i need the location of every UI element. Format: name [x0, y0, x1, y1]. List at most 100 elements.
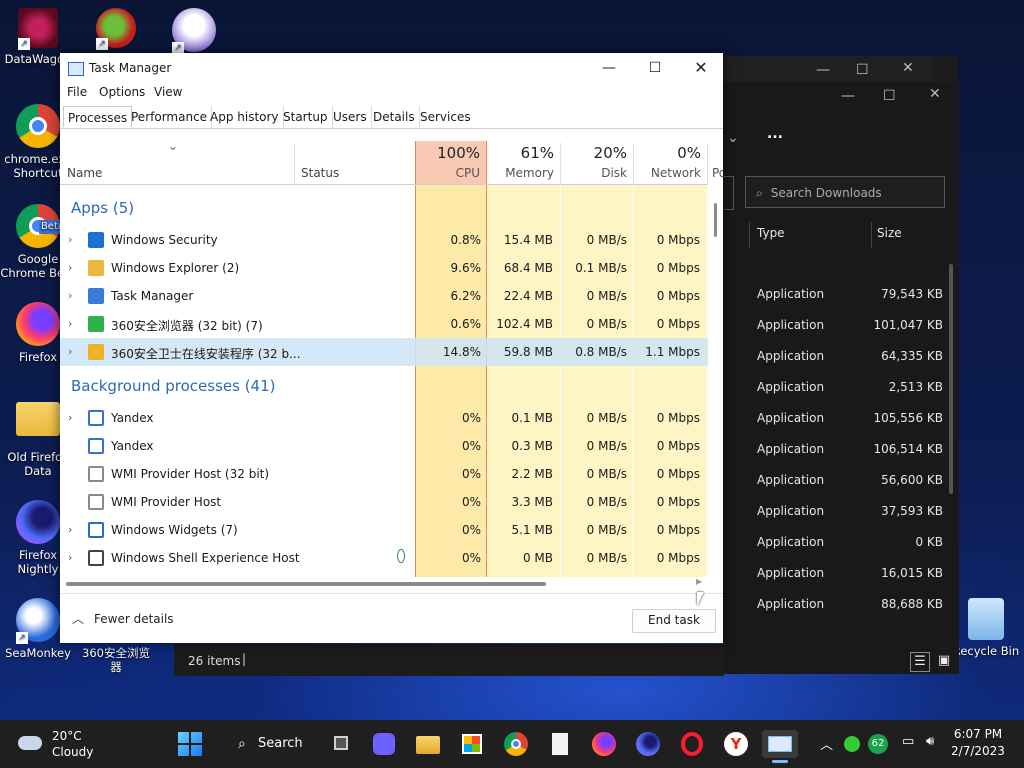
tab-processes[interactable]: Processes [63, 106, 133, 128]
firefox-nightly-icon[interactable] [634, 730, 662, 758]
maximize-icon[interactable]: ☐ [883, 88, 896, 104]
column-memory[interactable]: 61% Memory [487, 141, 560, 185]
column-type[interactable]: Type [757, 226, 785, 240]
process-row[interactable]: › 360安全浏览器 (32 bit) (7) 0.6% 102.4 MB 0 MB/s… [60, 310, 708, 338]
tab-performance[interactable]: Performance [127, 106, 213, 128]
chevron-up-icon[interactable]: ︿ [72, 610, 84, 627]
desktop-icon-app3[interactable]: ↗ [156, 8, 232, 56]
desktop-icon-app2[interactable]: ↗ [78, 8, 154, 52]
maximize-icon[interactable]: ☐ [856, 62, 869, 78]
chevron-right-icon[interactable]: › [68, 317, 76, 330]
file-row[interactable]: Application 37,593 KB [723, 496, 959, 527]
process-row-partial[interactable] [60, 572, 708, 577]
desktop-icon-recycle-bin[interactable]: Recycle Bin [948, 598, 1024, 658]
store-icon[interactable] [458, 730, 486, 758]
app-tray-icon[interactable] [844, 736, 860, 752]
taskbar-search[interactable]: ⌕ Search [226, 728, 314, 760]
end-task-button[interactable]: End task [632, 609, 716, 633]
process-row[interactable]: › 360安全卫士在线安装程序 (32 b... 14.8% 59.8 MB 0.8 M… [60, 338, 708, 366]
start-button[interactable] [176, 730, 204, 758]
process-row[interactable]: › Windows Widgets (7) 0% 5.1 MB 0 MB/s 0 Mbps [60, 516, 708, 544]
document-icon[interactable] [546, 730, 574, 758]
tab-app-history[interactable]: App history [206, 106, 284, 128]
close-icon[interactable]: ✕ [902, 60, 914, 76]
tab-users[interactable]: Users [329, 106, 372, 128]
close-icon[interactable]: ✕ [929, 86, 941, 102]
fewer-details-button[interactable]: Fewer details [94, 612, 174, 626]
minimize-icon[interactable]: — [841, 88, 855, 104]
chrome-icon[interactable] [502, 730, 530, 758]
file-row[interactable]: Application 101,047 KB [723, 310, 959, 341]
column-power-label[interactable]: Po [712, 166, 723, 180]
task-manager-taskbar-icon[interactable] [762, 730, 798, 763]
minimize-icon[interactable]: — [816, 62, 830, 78]
file-row[interactable]: Application 88,688 KB [723, 589, 959, 620]
file-row[interactable]: Application 106,514 KB [723, 434, 959, 465]
column-size[interactable]: Size [877, 226, 902, 240]
process-row[interactable]: WMI Provider Host 0% 3.3 MB 0 MB/s 0 Mbps [60, 488, 708, 516]
menu-view[interactable]: View [154, 85, 182, 99]
search-input[interactable]: ⌕ Search Downloads [745, 176, 945, 208]
process-row[interactable]: › Windows Security 0.8% 15.4 MB 0 MB/s 0 Mbps [60, 226, 708, 254]
group-header-apps[interactable]: Apps (5) [71, 199, 134, 217]
tab-details[interactable]: Details [369, 106, 420, 128]
column-name[interactable]: Name [67, 141, 297, 185]
chevron-right-icon[interactable]: › [68, 345, 76, 358]
battery-badge[interactable]: 62 [868, 734, 888, 754]
group-header-background[interactable]: Background processes (41) [71, 377, 276, 395]
file-row[interactable]: Application 2,513 KB [723, 372, 959, 403]
view-toggle[interactable]: ☰ ▣ [910, 652, 954, 672]
minimize-button[interactable]: — [586, 53, 632, 83]
chevron-right-icon[interactable]: › [68, 523, 76, 536]
process-row[interactable]: › Windows Shell Experience Host 0% 0 MB 0 MB… [60, 544, 708, 572]
column-status[interactable]: Status [300, 141, 410, 185]
maximize-button[interactable]: ☐ [632, 53, 678, 83]
menu-file[interactable]: File [67, 85, 87, 99]
file-row[interactable]: Application 16,015 KB [723, 558, 959, 589]
chevron-right-icon[interactable]: › [68, 411, 76, 424]
menu-options[interactable]: Options [99, 85, 145, 99]
horizontal-scrollbar[interactable] [66, 582, 546, 586]
tab-services[interactable]: Services [416, 106, 475, 128]
display-icon[interactable]: ▭ [902, 734, 914, 749]
process-grid[interactable]: Apps (5) › Windows Security 0.8% 15.4 MB 0 MB… [60, 185, 708, 577]
clock[interactable]: 6:07 PM 2/7/2023 [940, 726, 1016, 760]
show-hidden-icons-icon[interactable]: ︿ [820, 734, 833, 753]
scroll-right-arrow-icon[interactable]: ▶ [696, 577, 702, 586]
file-row[interactable]: Application 79,543 KB [723, 279, 959, 310]
volume-icon[interactable]: 🔊︎ [926, 734, 934, 749]
weather-widget[interactable]: 20°C Cloudy [8, 724, 98, 764]
process-row[interactable]: › Windows Explorer (2) 9.6% 68.4 MB 0.1 MB/s… [60, 254, 708, 282]
column-disk[interactable]: 20% Disk [561, 141, 633, 185]
tab-startup[interactable]: Startup [279, 106, 333, 128]
chevron-down-icon[interactable]: ⌄ [727, 130, 739, 146]
desktop-icon-360browser[interactable]: 360安全浏览器 [78, 646, 154, 674]
file-row[interactable]: Application 64,335 KB [723, 341, 959, 372]
yandex-icon[interactable]: Y [722, 730, 750, 758]
chevron-right-icon[interactable]: › [68, 551, 76, 564]
opera-icon[interactable] [678, 730, 706, 758]
process-row[interactable]: › Yandex 0% 0.1 MB 0 MB/s 0 Mbps [60, 404, 708, 432]
tiles-view-icon[interactable]: ▣ [934, 652, 954, 672]
file-explorer-icon[interactable] [414, 730, 442, 758]
chevron-right-icon[interactable]: › [68, 289, 76, 302]
task-view-icon[interactable] [328, 730, 356, 758]
chat-icon[interactable] [370, 730, 398, 758]
more-options-icon[interactable]: ... [767, 126, 783, 142]
chevron-right-icon[interactable]: › [68, 233, 76, 246]
firefox-icon[interactable] [590, 730, 618, 758]
chevron-right-icon[interactable]: › [68, 261, 76, 274]
column-cpu[interactable]: 100% CPU [415, 141, 487, 185]
file-row[interactable]: Application 56,600 KB [723, 465, 959, 496]
close-button[interactable]: ✕ [678, 53, 724, 83]
details-view-icon[interactable]: ☰ [910, 652, 930, 672]
file-explorer-window[interactable]: — ☐ ✕ — ☐ ✕ ⌄ ... ⌕ Search Downloads Type… [722, 56, 959, 674]
process-row[interactable]: WMI Provider Host (32 bit) 0% 2.2 MB 0 MB/s… [60, 460, 708, 488]
task-manager-window[interactable]: Task Manager — ☐ ✕ File Options View Pro… [60, 53, 723, 643]
vertical-scrollbar[interactable] [714, 203, 717, 237]
title-bar[interactable]: Task Manager — ☐ ✕ [60, 53, 723, 83]
column-network[interactable]: 0% Network [634, 141, 707, 185]
process-row[interactable]: › Task Manager 6.2% 22.4 MB 0 MB/s 0 Mbps [60, 282, 708, 310]
process-row[interactable]: Yandex 0% 0.3 MB 0 MB/s 0 Mbps [60, 432, 708, 460]
file-row[interactable]: Application 105,556 KB [723, 403, 959, 434]
